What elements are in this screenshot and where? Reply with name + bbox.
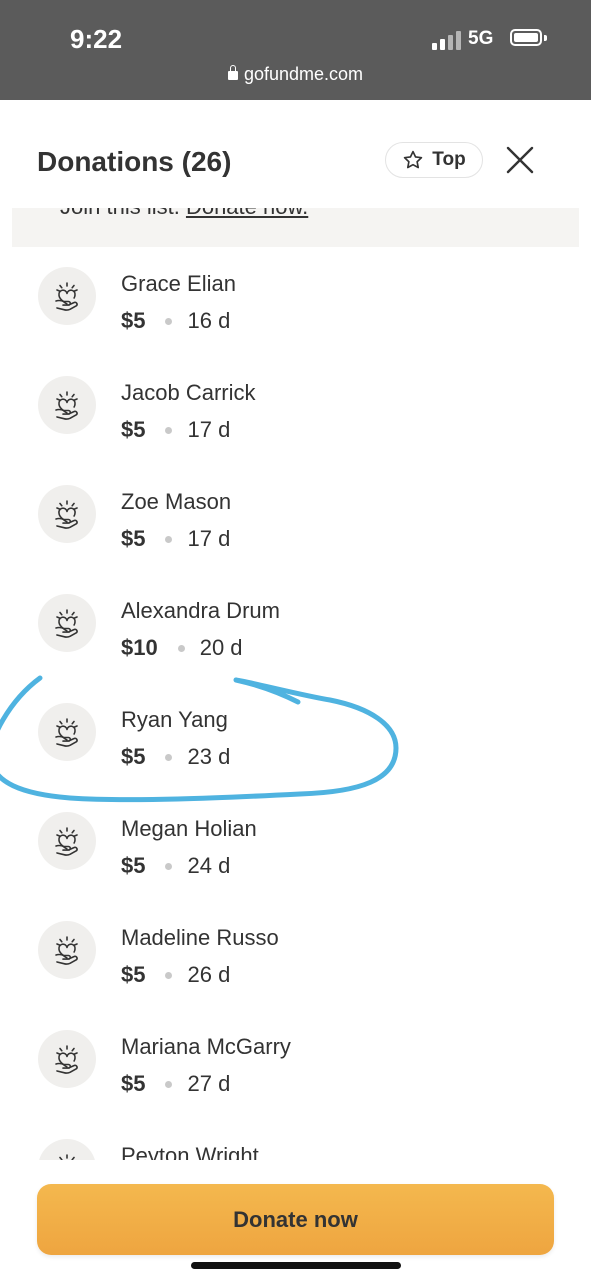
donor-name: Peyton Wright (121, 1143, 259, 1160)
list-item[interactable]: Mariana McGarry $5 27 d (0, 1011, 591, 1120)
heart-hand-icon (55, 609, 78, 638)
sort-top-label: Top (432, 149, 466, 170)
donation-age: 24 d (187, 853, 231, 878)
donor-avatar (38, 376, 96, 434)
heart-hand-icon (55, 1045, 78, 1074)
donor-avatar (38, 1030, 96, 1088)
star-icon (404, 150, 423, 169)
list-item[interactable]: Zoe Mason $5 17 d (0, 466, 591, 575)
donor-name: Mariana McGarry (121, 1034, 291, 1059)
donation-age: 16 d (187, 308, 231, 333)
separator-dot (165, 971, 173, 979)
donation-age: 26 d (187, 962, 231, 987)
donor-name: Ryan Yang (121, 707, 228, 732)
donation-age: 20 d (199, 635, 243, 660)
donation-meta: $5 23 d (121, 744, 230, 770)
lock-icon (227, 65, 238, 80)
separator-dot (165, 862, 173, 870)
donation-amount: $5 (121, 744, 146, 769)
donation-amount: $10 (121, 635, 158, 660)
list-item[interactable]: Megan Holian $5 24 d (0, 793, 591, 902)
separator-dot (177, 644, 185, 652)
donations-header: Donations (26) Top (0, 100, 591, 210)
donor-avatar (38, 594, 96, 652)
separator-dot (165, 535, 173, 543)
donate-now-link[interactable]: Donate now. (186, 208, 308, 219)
donation-amount: $5 (121, 962, 146, 987)
donation-meta: $5 16 d (121, 308, 230, 334)
donation-meta: $5 27 d (121, 1071, 230, 1097)
heart-hand-icon (55, 936, 78, 965)
signal-icon (432, 30, 464, 50)
donate-now-button[interactable]: Donate now (37, 1184, 554, 1255)
list-item[interactable]: Jacob Carrick $5 17 d (0, 357, 591, 466)
donor-avatar (38, 812, 96, 870)
donation-amount: $5 (121, 853, 146, 878)
donor-name: Megan Holian (121, 816, 257, 841)
donation-age: 17 d (187, 526, 231, 551)
donation-age: 23 d (187, 744, 231, 769)
separator-dot (165, 426, 173, 434)
address-bar[interactable]: gofundme.com (0, 64, 591, 85)
donation-meta: $5 17 d (121, 417, 230, 443)
donor-avatar (38, 485, 96, 543)
donor-name: Alexandra Drum (121, 598, 280, 623)
donation-meta: $10 20 d (121, 635, 243, 661)
donation-age: 17 d (187, 417, 231, 442)
heart-hand-icon (55, 718, 78, 747)
separator-dot (165, 1080, 173, 1088)
heart-hand-icon (55, 827, 78, 856)
donation-meta: $5 26 d (121, 962, 230, 988)
heart-hand-icon (59, 1154, 75, 1160)
donate-bar: Donate now (0, 1160, 591, 1280)
donor-name: Zoe Mason (121, 489, 232, 514)
donation-meta: $5 24 d (121, 853, 230, 879)
battery-icon (510, 29, 542, 46)
donation-age: 27 d (187, 1071, 231, 1096)
join-list-banner: Join this list. Donate now. (12, 208, 579, 247)
donation-amount: $5 (121, 1071, 146, 1096)
donation-meta: $5 17 d (121, 526, 230, 552)
list-item[interactable]: Peyton Wright (0, 1120, 591, 1160)
donation-amount: $5 (121, 308, 146, 333)
status-time: 9:22 (70, 24, 123, 54)
donor-avatar (38, 703, 96, 761)
close-icon[interactable] (504, 144, 536, 176)
donor-avatar (38, 267, 96, 325)
network-type: 5G (468, 28, 494, 49)
list-item[interactable]: Grace Elian $5 16 d (0, 248, 591, 357)
donations-list[interactable]: Grace Elian $5 16 d Jacob Carrick $5 17 d (0, 248, 591, 1160)
heart-hand-icon (55, 500, 78, 529)
donation-amount: $5 (121, 526, 146, 551)
status-bar: 9:22 5G gofundme.com (0, 0, 591, 100)
donor-name: Madeline Russo (121, 925, 279, 950)
list-item[interactable]: Madeline Russo $5 26 d (0, 902, 591, 1011)
donor-avatar (38, 921, 96, 979)
donor-avatar (38, 1139, 96, 1160)
donation-amount: $5 (121, 417, 146, 442)
heart-hand-icon (55, 391, 78, 420)
home-indicator (191, 1262, 401, 1269)
separator-dot (165, 317, 173, 325)
sort-top-button[interactable]: Top (385, 142, 483, 178)
page-title: Donations (26) (37, 146, 232, 177)
url-text: gofundme.com (243, 64, 364, 84)
list-item[interactable]: Ryan Yang $5 23 d (0, 684, 591, 793)
list-item[interactable]: Alexandra Drum $10 20 d (0, 575, 591, 684)
banner-text: Join this list. (60, 208, 180, 219)
separator-dot (165, 753, 173, 761)
donor-name: Jacob Carrick (121, 380, 256, 405)
heart-hand-icon (55, 282, 78, 311)
donor-name: Grace Elian (121, 271, 236, 296)
